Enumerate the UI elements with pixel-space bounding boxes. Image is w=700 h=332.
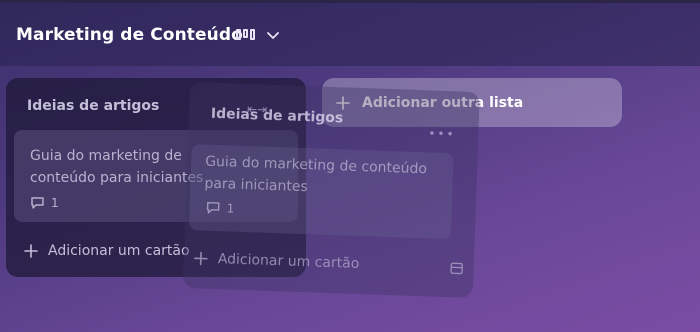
board-view-icon [236, 29, 256, 41]
plus-icon [24, 244, 38, 258]
add-card-label: Adicionar um cartão [48, 243, 190, 259]
board-header: Marketing de Conteúdo [0, 3, 700, 66]
ghost-add-card-button: Adicionar um cartão [194, 250, 360, 272]
ghost-card-title: Guia do marketing de conteúdo para inici… [204, 153, 428, 196]
more-options-icon: ••• [428, 126, 456, 142]
chevron-down-icon [267, 32, 279, 39]
ghost-comment-count: 1 [226, 201, 235, 216]
comment-icon [31, 197, 44, 209]
ghost-add-card-label: Adicionar um cartão [217, 251, 360, 273]
comment-count: 1 [51, 196, 59, 210]
card-template-icon [450, 262, 463, 275]
dragging-list-ghost[interactable]: ⇤⇥ Ideias de artigos ••• Guia do marketi… [182, 82, 480, 298]
board-title[interactable]: Marketing de Conteúdo [16, 25, 243, 45]
comment-icon [206, 201, 220, 214]
add-card-button[interactable]: Adicionar um cartão [24, 243, 190, 259]
plus-icon [194, 251, 208, 266]
ghost-list-title: Ideias de artigos [210, 105, 344, 127]
view-switcher-button[interactable] [232, 21, 288, 49]
ghost-card: Guia do marketing de conteúdo para inici… [188, 144, 454, 240]
list-title[interactable]: Ideias de artigos [27, 98, 159, 114]
ghost-comment-badge: 1 [205, 201, 234, 216]
comment-badge: 1 [30, 196, 59, 210]
